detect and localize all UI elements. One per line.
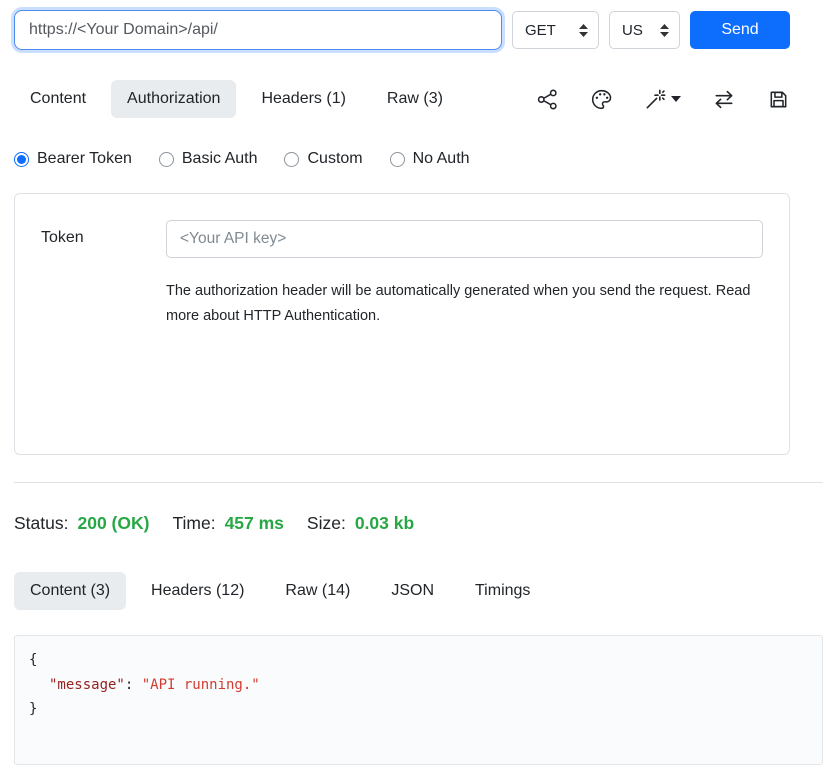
- save-icon[interactable]: [767, 88, 790, 111]
- request-bar: GET US Send: [14, 10, 790, 50]
- token-column: The authorization header will be automat…: [166, 220, 763, 428]
- auth-panel: Token The authorization header will be a…: [14, 193, 790, 455]
- radio-circle-icon: [159, 152, 174, 167]
- status-value: 200 (OK): [77, 513, 149, 534]
- json-open-brace: {: [29, 648, 808, 673]
- auth-type-options: Bearer Token Basic Auth Custom No Auth: [14, 150, 823, 168]
- region-select-value: US: [622, 22, 643, 39]
- radio-custom[interactable]: Custom: [284, 150, 362, 168]
- response-tab-content[interactable]: Content (3): [14, 572, 126, 610]
- method-select[interactable]: GET: [512, 11, 599, 49]
- radio-label: No Auth: [413, 150, 470, 168]
- radio-label: Custom: [307, 150, 362, 168]
- select-updown-icon: [579, 24, 588, 37]
- status-label: Status:: [14, 513, 68, 534]
- response-tab-timings[interactable]: Timings: [459, 572, 546, 610]
- size-label: Size:: [307, 513, 346, 534]
- select-updown-icon: [660, 24, 669, 37]
- radio-bearer-token[interactable]: Bearer Token: [14, 150, 132, 168]
- size-group: Size: 0.03 kb: [307, 513, 414, 534]
- json-close-brace: }: [29, 697, 808, 722]
- send-button[interactable]: Send: [690, 11, 790, 49]
- json-separator: :: [125, 677, 142, 693]
- json-value: "API running.": [142, 677, 260, 693]
- chevron-down-icon: [671, 96, 681, 102]
- response-status-row: Status: 200 (OK) Time: 457 ms Size: 0.03…: [14, 513, 823, 534]
- region-select[interactable]: US: [609, 11, 680, 49]
- tab-headers[interactable]: Headers (1): [245, 80, 361, 118]
- json-message-line: "message": "API running.": [29, 673, 808, 698]
- response-tabs-row: Content (3) Headers (12) Raw (14) JSON T…: [14, 572, 823, 610]
- time-label: Time:: [172, 513, 215, 534]
- api-client-page: GET US Send Content Authorization Header…: [0, 0, 837, 765]
- tab-raw[interactable]: Raw (3): [371, 80, 459, 118]
- tab-content[interactable]: Content: [14, 80, 102, 118]
- auth-helper-text: The authorization header will be automat…: [166, 279, 763, 329]
- magic-wand-icon[interactable]: [644, 88, 681, 111]
- size-value: 0.03 kb: [355, 513, 414, 534]
- request-toolbar: [536, 88, 790, 111]
- radio-circle-icon: [14, 152, 29, 167]
- response-tab-json[interactable]: JSON: [375, 572, 450, 610]
- tab-authorization[interactable]: Authorization: [111, 80, 236, 118]
- token-input[interactable]: [166, 220, 763, 258]
- palette-icon[interactable]: [590, 88, 613, 111]
- radio-label: Basic Auth: [182, 150, 258, 168]
- share-icon[interactable]: [536, 88, 559, 111]
- time-group: Time: 457 ms: [172, 513, 283, 534]
- method-select-value: GET: [525, 22, 556, 39]
- response-tab-raw[interactable]: Raw (14): [269, 572, 366, 610]
- radio-circle-icon: [390, 152, 405, 167]
- request-tabs-row: Content Authorization Headers (1) Raw (3…: [14, 80, 790, 118]
- json-key: "message": [49, 677, 125, 693]
- status-group: Status: 200 (OK): [14, 513, 149, 534]
- url-input[interactable]: [14, 10, 502, 50]
- radio-basic-auth[interactable]: Basic Auth: [159, 150, 258, 168]
- time-value: 457 ms: [225, 513, 284, 534]
- token-label: Token: [41, 220, 166, 428]
- swap-arrows-icon[interactable]: [712, 88, 736, 111]
- response-body: { "message": "API running." }: [14, 635, 823, 765]
- radio-label: Bearer Token: [37, 150, 132, 168]
- section-divider: [14, 482, 823, 483]
- response-tab-headers[interactable]: Headers (12): [135, 572, 260, 610]
- radio-no-auth[interactable]: No Auth: [390, 150, 470, 168]
- radio-circle-icon: [284, 152, 299, 167]
